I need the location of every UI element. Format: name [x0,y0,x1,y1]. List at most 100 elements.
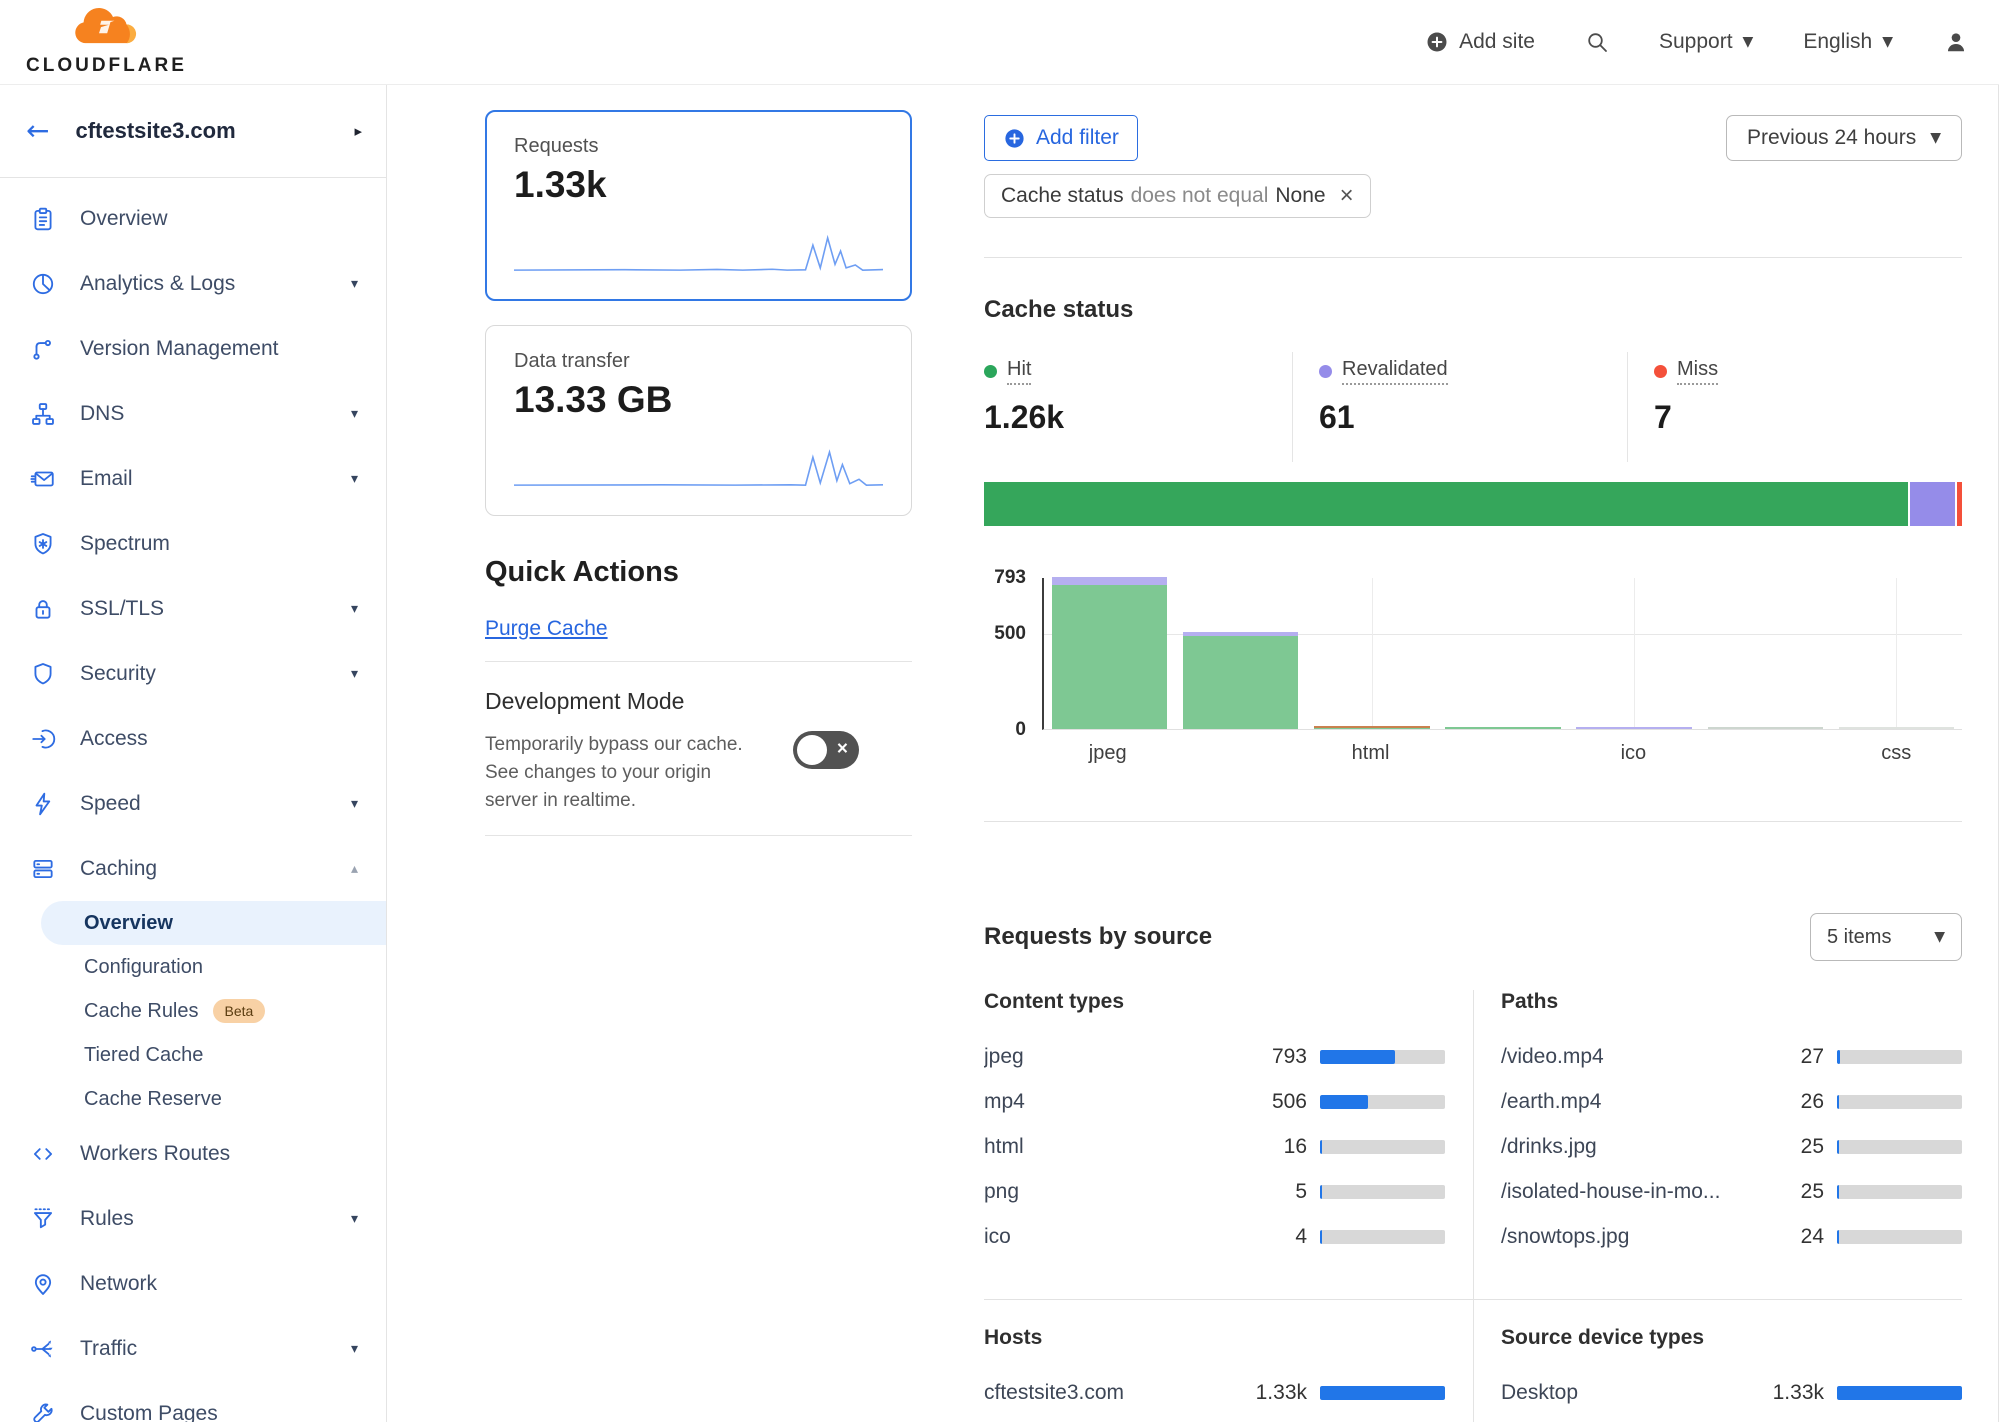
sidebar-item-rules[interactable]: Rules▾ [0,1186,386,1251]
row-value: 16 [1237,1135,1307,1159]
requests-metric-card[interactable]: Requests 1.33k [485,110,912,301]
row-progress-track [1320,1185,1445,1199]
purge-cache-link[interactable]: Purge Cache [485,617,608,641]
site-switcher[interactable]: ← cftestsite3.com ▸ [0,85,386,178]
sidebar-item-version-management[interactable]: Version Management [0,316,386,381]
development-mode-toggle[interactable]: × [793,731,859,769]
row-label: jpeg [984,1045,1237,1069]
chevron-down-icon: ▾ [351,796,358,812]
add-site-button[interactable]: Add site [1425,30,1535,54]
y-tick-label: 0 [1015,719,1026,741]
list-row-cftestsite3-com: cftestsite3.com1.33k [984,1370,1445,1415]
hosts-list: cftestsite3.com1.33k [984,1370,1445,1415]
legend-dot [984,365,997,378]
chevron-down-icon: ▾ [351,406,358,422]
filter-operator: does not equal [1131,184,1269,208]
analytics-icon [30,271,56,297]
stat-label[interactable]: Miss [1677,358,1718,385]
sidebar-item-label: Version Management [80,337,358,361]
sidebar-item-overview[interactable]: Overview [0,186,386,251]
cloudflare-cloud-icon [68,7,144,54]
search-icon[interactable] [1585,30,1609,54]
source-device-types-column: Source device types Desktop1.33k [1501,1326,1962,1415]
sidebar-item-dns[interactable]: DNS▾ [0,381,386,446]
sidebar-subitem-configuration[interactable]: Configuration [41,945,386,989]
sidebar-subitem-cache-reserve[interactable]: Cache Reserve [41,1077,386,1121]
sidebar-item-traffic[interactable]: Traffic▾ [0,1316,386,1381]
sidebar-subitem-overview[interactable]: Overview [41,901,386,945]
list-row-isolated-house-in-mo: /isolated-house-in-mo...25 [1501,1169,1962,1214]
bar-slot [1569,578,1700,729]
hosts-header: Hosts [984,1326,1445,1356]
development-mode-description: Temporarily bypass our cache. See change… [485,731,753,815]
user-profile-icon[interactable] [1943,29,1969,55]
time-range-selector[interactable]: Previous 24 hours ▼ [1726,115,1962,161]
data-transfer-metric-card[interactable]: Data transfer 13.33 GB [485,325,912,516]
cache-analytics-panel: Add filter Previous 24 hours ▼ Cache sta… [940,85,1999,1422]
y-tick-label: 793 [994,567,1026,589]
stat-value: 7 [1654,399,1962,436]
sidebar-item-network[interactable]: Network [0,1251,386,1316]
sidebar-item-label: SSL/TLS [80,597,351,621]
chevron-up-icon: ▴ [351,861,358,877]
filter-field: Cache status [1001,184,1124,208]
row-value: 25 [1754,1135,1824,1159]
row-progress-fill [1837,1050,1840,1064]
back-arrow-icon[interactable]: ← [26,117,49,145]
sidebar-item-security[interactable]: Security▾ [0,641,386,706]
x-tick-label [1436,742,1567,765]
sidebar-item-caching[interactable]: Caching▴ [0,836,386,901]
stat-label[interactable]: Revalidated [1342,358,1448,385]
cloudflare-wordmark: CLOUDFLARE [26,55,187,77]
row-label: ico [984,1225,1237,1249]
sidebar-item-access[interactable]: Access [0,706,386,771]
row-progress-fill [1837,1386,1962,1400]
requests-sparkline [514,232,883,276]
sidebar-item-workers-routes[interactable]: Workers Routes [0,1121,386,1186]
chevron-down-icon: ▾ [351,471,358,487]
add-filter-button[interactable]: Add filter [984,115,1138,161]
x-tick-label: ico [1568,742,1699,765]
sidebar-item-email[interactable]: Email▾ [0,446,386,511]
bar-chart-ylabels: 0500793 [984,578,1032,730]
bar-cap [1183,632,1298,636]
row-progress-track [1320,1050,1445,1064]
divider [485,661,912,662]
row-label: /video.mp4 [1501,1045,1754,1069]
server-icon [30,856,56,882]
items-count-selector[interactable]: 5 items ▼ [1810,913,1962,961]
bar-jpeg [1052,577,1167,729]
cloudflare-logo[interactable]: CLOUDFLARE [26,7,187,77]
sidebar-subitem-tiered-cache[interactable]: Tiered Cache [41,1033,386,1077]
toggle-knob [797,735,827,765]
sidebar-subitem-label: Configuration [84,956,203,979]
list-row-html: html16 [984,1124,1445,1169]
row-label: /snowtops.jpg [1501,1225,1754,1249]
sidebar-item-custom-pages[interactable]: Custom Pages [0,1381,386,1422]
sidebar-item-label: Security [80,662,351,686]
sidebar-item-ssl-tls[interactable]: SSL/TLS▾ [0,576,386,641]
sidebar-item-speed[interactable]: Speed▾ [0,771,386,836]
row-progress-fill [1320,1386,1445,1400]
close-icon[interactable]: × [1340,184,1354,208]
chevron-down-icon: ▼ [1930,130,1941,146]
cache-status-stacked-bar [984,482,1962,526]
sidebar-subitem-cache-rules[interactable]: Cache RulesBeta [41,989,386,1033]
requests-by-source-body: Content types jpeg793mp4506html16png5ico… [984,990,1962,1415]
support-menu[interactable]: Support ▼ [1659,30,1753,54]
sidebar-item-spectrum[interactable]: Spectrum [0,511,386,576]
filter-chip[interactable]: Cache status does not equal None × [984,174,1371,218]
language-menu[interactable]: English ▼ [1803,30,1893,54]
filter-bar: Add filter Previous 24 hours ▼ Cache sta… [984,85,1962,258]
dns-icon [30,401,56,427]
bar-ico [1576,727,1691,729]
sidebar-item-analytics-logs[interactable]: Analytics & Logs▾ [0,251,386,316]
bar-chart-plot [1042,578,1962,730]
y-tick-label: 500 [994,623,1026,645]
row-progress-track [1837,1095,1962,1109]
sidebar-item-label: Overview [80,207,358,231]
row-value: 5 [1237,1180,1307,1204]
list-row-snowtops-jpg: /snowtops.jpg24 [1501,1214,1962,1259]
row-value: 24 [1754,1225,1824,1249]
stat-label[interactable]: Hit [1007,358,1031,385]
